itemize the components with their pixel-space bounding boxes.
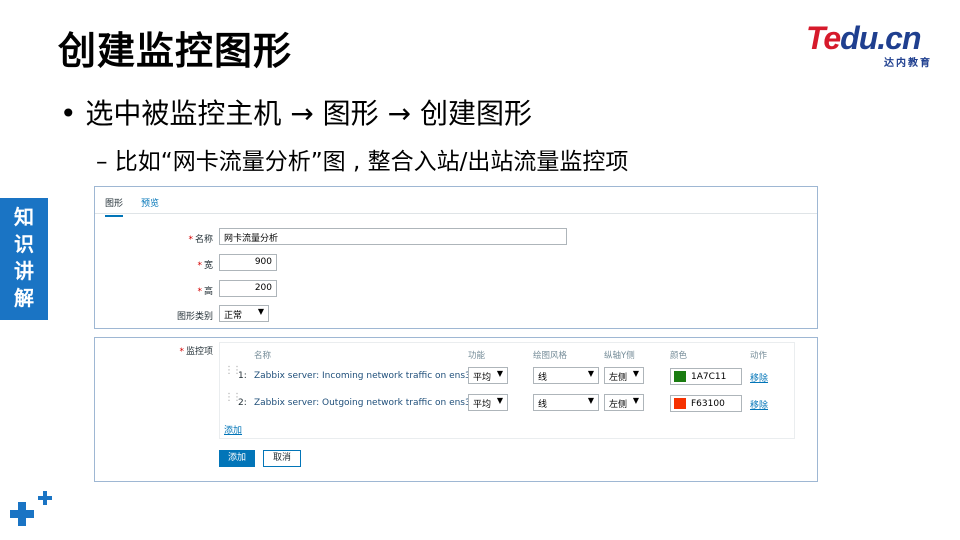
tedu-logo: Tedu.cn 达内教育 (806, 20, 936, 69)
width-label: * 宽 (197, 261, 213, 271)
cancel-button[interactable]: 取消 (263, 450, 301, 467)
draw-style-select[interactable]: 线 ▼ (533, 367, 599, 384)
graph-type-select[interactable]: 正常 ▼ (219, 305, 269, 322)
bullet-main: • 选中被监控主机 → 图形 → 创建图形 (60, 97, 532, 130)
slide-title: 创建监控图形 (58, 29, 293, 73)
items-table: 名称 功能 绘图风格 纵轴Y侧 颜色 动作 ⋮⋮ 1: Zabbix serve… (219, 342, 795, 439)
color-input[interactable]: 1A7C11 (670, 368, 742, 385)
function-select[interactable]: 平均 ▼ (468, 394, 508, 411)
side-tag: 知 识 讲 解 (0, 198, 48, 320)
plus-decoration-icon (10, 491, 52, 526)
y-axis-select[interactable]: 左侧 ▼ (604, 367, 644, 384)
col-header-action: 动作 (750, 351, 768, 361)
dropdown-arrow-icon: ▼ (632, 369, 639, 378)
remove-link[interactable]: 移除 (750, 398, 768, 411)
draw-style-select[interactable]: 线 ▼ (533, 394, 599, 411)
items-label: * 监控项 (179, 347, 213, 357)
tab-preview[interactable]: 预览 (141, 196, 159, 209)
dropdown-arrow-icon: ▼ (496, 369, 503, 378)
form-tabs: 图形 预览 (95, 187, 817, 217)
add-button[interactable]: 添加 (219, 450, 255, 467)
remove-link[interactable]: 移除 (750, 371, 768, 384)
items-panel: * 监控项 名称 功能 绘图风格 纵轴Y侧 颜色 动作 ⋮⋮ 1: Zabbix … (94, 337, 818, 482)
width-input[interactable]: 900 (219, 254, 277, 271)
side-tag-char: 讲 (14, 259, 34, 283)
logo-subtitle: 达内教育 (884, 58, 932, 69)
col-header-function: 功能 (468, 351, 486, 361)
col-header-draw-style: 绘图风格 (533, 351, 568, 361)
color-input[interactable]: F63100 (670, 395, 742, 412)
height-label: * 高 (197, 287, 213, 297)
bullet-sub: – 比如“网卡流量分析”图 , 整合入站/出站流量监控项 (96, 149, 629, 175)
name-input[interactable]: 网卡流量分析 (219, 228, 567, 245)
side-tag-char: 解 (14, 286, 34, 310)
color-swatch[interactable] (674, 371, 686, 382)
height-input[interactable]: 200 (219, 280, 277, 297)
logo-part1: Te (806, 20, 841, 56)
side-tag-char: 知 (14, 205, 34, 229)
name-label: * 名称 (188, 235, 213, 245)
tab-graph[interactable]: 图形 (105, 196, 124, 217)
color-swatch[interactable] (674, 398, 686, 409)
col-header-y-axis: 纵轴Y侧 (604, 351, 635, 361)
function-select[interactable]: 平均 ▼ (468, 367, 508, 384)
dropdown-arrow-icon: ▼ (587, 369, 594, 378)
dropdown-arrow-icon: ▼ (496, 396, 503, 405)
add-item-link[interactable]: 添加 (224, 423, 242, 436)
y-axis-select[interactable]: 左侧 ▼ (604, 394, 644, 411)
side-tag-char: 识 (14, 232, 34, 256)
graph-type-label: 图形类别 (176, 312, 213, 322)
item-name: Zabbix server: Outgoing network traffic … (254, 398, 477, 408)
dropdown-arrow-icon: ▼ (257, 307, 264, 316)
dropdown-arrow-icon: ▼ (632, 396, 639, 405)
dropdown-arrow-icon: ▼ (587, 396, 594, 405)
item-name: Zabbix server: Incoming network traffic … (254, 371, 477, 381)
col-header-color: 颜色 (670, 351, 688, 361)
col-header-name: 名称 (254, 351, 272, 361)
row-number: 2: (238, 398, 247, 408)
graph-form-panel: 图形 预览 * 名称 网卡流量分析 * 宽 900 * 高 200 图形类别 正常 ▼ (94, 186, 818, 329)
logo-part2: du.cn (840, 20, 921, 56)
graph-type-value: 正常 (224, 311, 243, 321)
row-number: 1: (238, 371, 247, 381)
